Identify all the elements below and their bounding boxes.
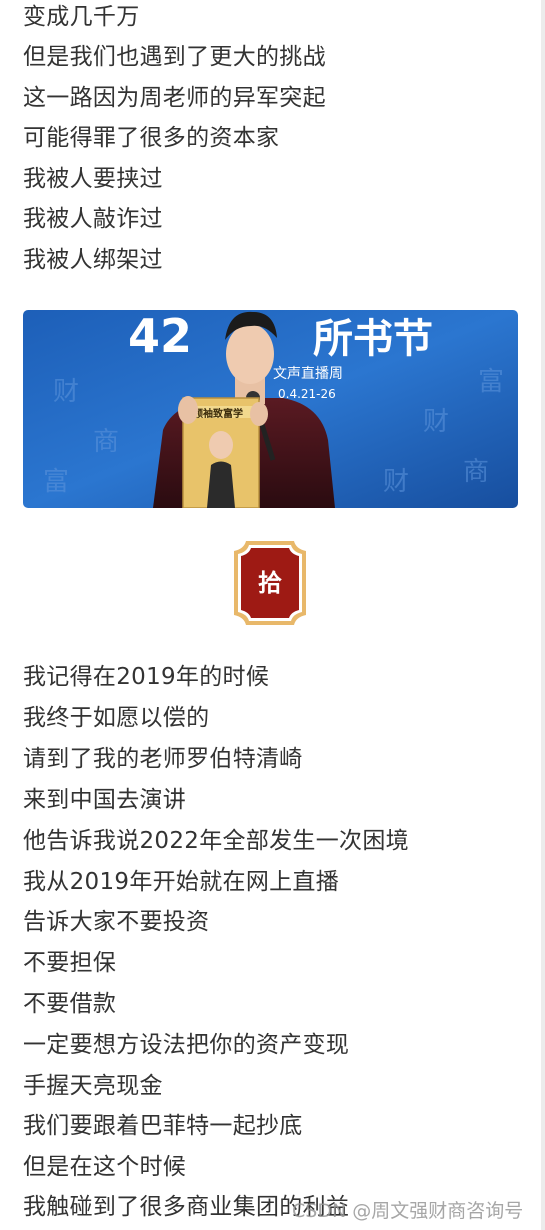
text-line: 变成几千万: [23, 4, 140, 30]
text-line: 我们要跟着巴菲特一起抄底: [23, 1113, 303, 1139]
text-line: 但是在这个时候: [23, 1154, 187, 1180]
banner-sub: 文声直播周: [273, 365, 343, 382]
text-line: 我记得在2019年的时候: [23, 664, 270, 690]
svg-text:富: 富: [478, 367, 504, 397]
text-line: 他告诉我说2022年全部发生一次困境: [23, 828, 409, 854]
banner-number: 42: [128, 310, 192, 363]
text-line: 可能得罪了很多的资本家: [23, 125, 280, 151]
text-line: 手握天亮现金: [23, 1073, 163, 1099]
watermark: CSDN @周文强财商咨询号: [292, 1200, 524, 1222]
text-line: 我被人敲诈过: [23, 206, 163, 232]
chapter-number: 拾: [258, 569, 282, 597]
text-line: 但是我们也遇到了更大的挑战: [23, 44, 326, 70]
text-line: 一定要想方设法把你的资产变现: [23, 1032, 350, 1058]
article-photo[interactable]: 财商 富财 商富 财 42 所书节 文声直播周 0.4.21-26 领袖致富学: [23, 310, 518, 508]
text-line: 这一路因为周老师的异军突起: [23, 85, 326, 111]
text-line: 我终于如愿以偿的: [23, 705, 210, 731]
text-line: 不要担保: [23, 950, 117, 976]
text-line: 我被人要挟过: [23, 166, 163, 192]
svg-text:富: 富: [43, 467, 69, 497]
text-line: 请到了我的老师罗伯特清崎: [23, 746, 303, 772]
svg-text:商: 商: [93, 427, 119, 457]
svg-text:财: 财: [53, 377, 79, 407]
text-line: 告诉大家不要投资: [23, 909, 210, 935]
text-line: 不要借款: [23, 991, 117, 1017]
scrollbar-track[interactable]: [541, 0, 545, 1230]
banner-title: 所书节: [313, 316, 433, 362]
svg-text:财: 财: [423, 407, 449, 437]
text-line: 我从2019年开始就在网上直播: [23, 869, 340, 895]
text-line: 我被人绑架过: [23, 247, 163, 273]
book-title: 领袖致富学: [193, 407, 243, 420]
text-line: 来到中国去演讲: [23, 787, 187, 813]
chapter-badge: 拾: [232, 539, 308, 627]
svg-text:商: 商: [463, 457, 489, 487]
article-content: 变成几千万 但是我们也遇到了更大的挑战 这一路因为周老师的异军突起 可能得罪了很…: [0, 0, 545, 1230]
svg-text:财: 财: [383, 467, 409, 497]
